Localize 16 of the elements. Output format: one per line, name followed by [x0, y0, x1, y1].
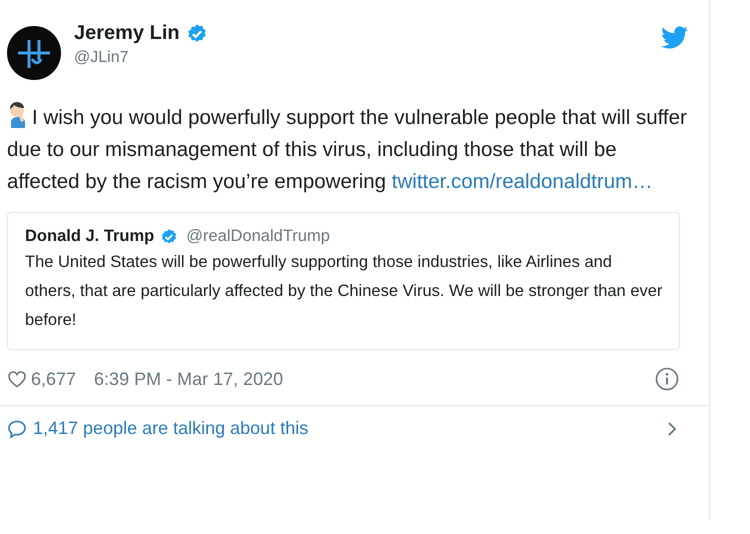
tweet-link[interactable]: twitter.com/realdonaldtrum…: [392, 170, 653, 193]
quoted-author-name: Donald J. Trump: [25, 227, 154, 246]
author-name[interactable]: Jeremy Lin: [74, 22, 180, 45]
quoted-tweet-text: The United States will be powerfully supporting those industries, like Airlines and others, that are particularly affected by the Chinese Virus. We will be stronger than ever before!: [25, 252, 663, 331]
conversation-link[interactable]: 1,417 people are talking about this: [33, 418, 308, 439]
speech-bubble-icon[interactable]: [7, 418, 27, 438]
bird-logo-icon[interactable]: [661, 26, 689, 50]
like-count[interactable]: 6,677: [31, 368, 76, 390]
avatar-logo[interactable]: [7, 26, 61, 80]
info-icon[interactable]: [655, 367, 679, 391]
tweet-timestamp[interactable]: 6:39 PM - Mar 17, 2020: [94, 368, 655, 390]
quoted-tweet-card[interactable]: [7, 212, 680, 350]
quoted-author-handle: @realDonaldTrump: [186, 227, 330, 246]
tweet-text: I wish you would powerfully support the vulnerable people that will suffer due to our mismanagement of this virus, including those that will be affected by the racism you’re empowering twitter.com/realdonaldtrum…: [7, 102, 687, 198]
author-handle[interactable]: @JLin7: [74, 49, 648, 67]
heart-icon[interactable]: [7, 369, 27, 389]
